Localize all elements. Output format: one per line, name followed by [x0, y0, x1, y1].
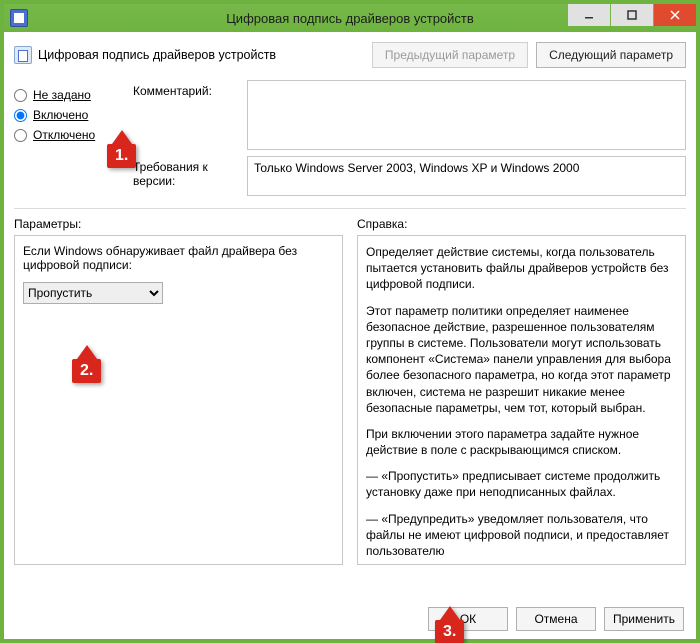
radio-not-configured-label: Не задано — [33, 88, 91, 102]
apply-button[interactable]: Применить — [604, 607, 684, 631]
params-panel: Параметры: Если Windows обнаруживает фай… — [14, 217, 343, 577]
maximize-button[interactable] — [611, 4, 653, 26]
params-label: Параметры: — [14, 217, 343, 231]
help-p2: Этот параметр политики определяет наимен… — [366, 303, 677, 416]
radio-disabled[interactable]: Отключено — [14, 128, 129, 142]
divider — [14, 208, 686, 209]
bottom-button-bar: ОК Отмена Применить — [428, 607, 684, 631]
help-p5: — «Предупредить» уведомляет пользователя… — [366, 511, 677, 560]
help-box[interactable]: Определяет действие системы, когда польз… — [357, 235, 686, 565]
help-label: Справка: — [357, 217, 686, 231]
next-setting-button[interactable]: Следующий параметр — [536, 42, 686, 68]
state-radio-group: Не задано Включено Отключено — [14, 80, 129, 148]
radio-enabled[interactable]: Включено — [14, 108, 129, 122]
action-select[interactable]: Пропустить — [23, 282, 163, 304]
help-p4: — «Пропустить» предписывает системе прод… — [366, 468, 677, 500]
requirements-box: Только Windows Server 2003, Windows XP и… — [247, 156, 686, 196]
comment-textarea[interactable] — [247, 80, 686, 150]
content-area: Цифровая подпись драйверов устройств Пре… — [4, 32, 696, 639]
help-panel: Справка: Определяет действие системы, ко… — [357, 217, 686, 577]
requirements-label: Требования к версии: — [133, 156, 243, 188]
comment-label: Комментарий: — [133, 80, 243, 98]
radio-not-configured-input[interactable] — [14, 89, 27, 102]
help-p3: При включении этого параметра задайте ну… — [366, 426, 677, 458]
close-button[interactable] — [654, 4, 696, 26]
policy-subtitle: Цифровая подпись драйверов устройств — [38, 48, 276, 62]
cancel-button[interactable]: Отмена — [516, 607, 596, 631]
policy-icon — [14, 46, 32, 64]
window-controls — [567, 4, 696, 26]
radio-not-configured[interactable]: Не задано — [14, 88, 129, 102]
prev-setting-button[interactable]: Предыдущий параметр — [372, 42, 528, 68]
radio-enabled-label: Включено — [33, 108, 88, 122]
radio-disabled-input[interactable] — [14, 129, 27, 142]
params-box: Если Windows обнаруживает файл драйвера … — [14, 235, 343, 565]
titlebar: Цифровая подпись драйверов устройств — [4, 4, 696, 32]
radio-disabled-label: Отключено — [33, 128, 95, 142]
params-prompt: Если Windows обнаруживает файл драйвера … — [23, 244, 334, 272]
app-icon — [10, 9, 28, 27]
ok-button[interactable]: ОК — [428, 607, 508, 631]
requirements-text: Только Windows Server 2003, Windows XP и… — [254, 161, 579, 175]
minimize-button[interactable] — [568, 4, 610, 26]
radio-enabled-input[interactable] — [14, 109, 27, 122]
help-p1: Определяет действие системы, когда польз… — [366, 244, 677, 293]
